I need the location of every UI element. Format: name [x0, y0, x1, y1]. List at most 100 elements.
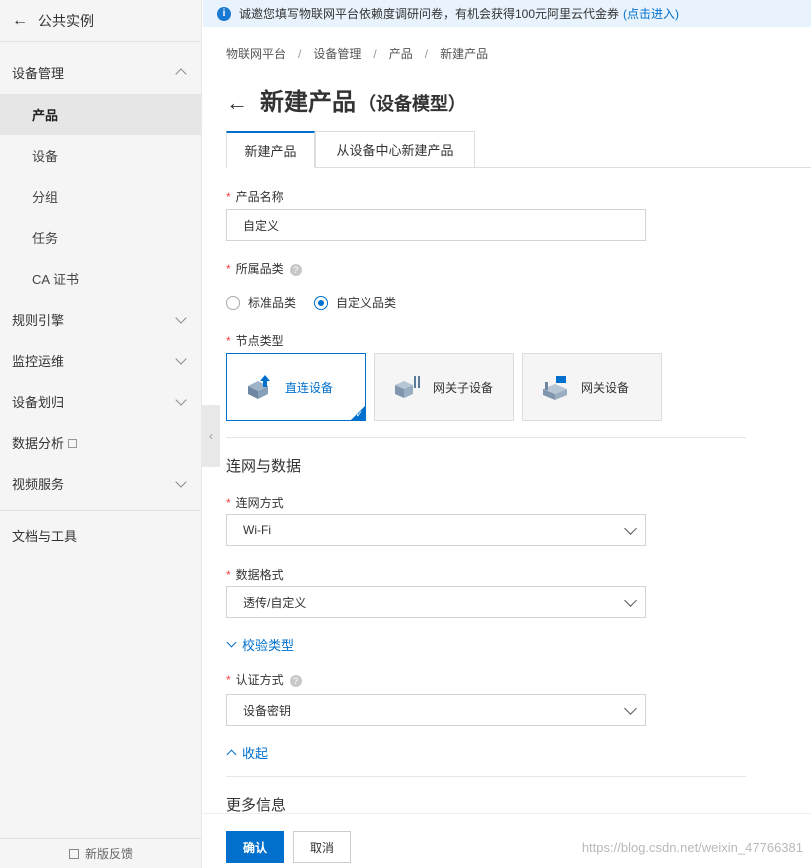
sidebar-group-rule-engine[interactable]: 规则引擎 [0, 299, 201, 340]
sidebar-item-device[interactable]: 设备 [0, 135, 201, 176]
sidebar-group-monitoring[interactable]: 监控运维 [0, 340, 201, 381]
page-title: 新建产品 [260, 89, 356, 116]
product-name-label: * 产品名称 [226, 188, 284, 205]
radio-custom-category[interactable] [314, 295, 329, 310]
chevron-down-icon [624, 522, 637, 535]
data-format-select[interactable]: 透传/自定义 [226, 586, 646, 618]
chevron-up-icon [175, 68, 187, 80]
sidebar-item-product[interactable]: 产品 [0, 94, 201, 135]
help-icon[interactable]: ? [289, 263, 302, 276]
survey-banner: i 诚邀您填写物联网平台依赖度调研问卷，有机会获得100元阿里云代金券 (点击进… [203, 0, 811, 27]
radio-label: 自定义品类 [336, 296, 397, 310]
sidebar-item-ca-cert[interactable]: CA 证书 [0, 258, 201, 299]
chevron-down-icon [175, 393, 187, 406]
section-divider [226, 776, 746, 777]
toggle-label: 校验类型 [242, 638, 295, 653]
feedback-button[interactable]: 新版反馈 [0, 838, 202, 868]
chevron-down-icon [624, 594, 637, 607]
node-type-gateway-device[interactable]: 网关设备 [522, 353, 662, 421]
banner-text: 诚邀您填写物联网平台依赖度调研问卷，有机会获得100元阿里云代金券 [239, 7, 620, 21]
collapse-toggle[interactable]: 收起 [226, 743, 268, 762]
chevron-up-icon [226, 749, 237, 759]
help-icon[interactable]: ? [289, 674, 302, 687]
sidebar-item-label: 分组 [32, 190, 59, 205]
section-title-network: 连网与数据 [226, 458, 302, 475]
breadcrumb-item[interactable]: 物联网平台 [226, 47, 286, 61]
label-text: 数据格式 [235, 568, 284, 582]
sidebar-group-label: 规则引擎 [12, 313, 65, 328]
label-text: 节点类型 [235, 334, 284, 348]
sidebar-group-device-mgmt[interactable]: 设备管理 [0, 50, 201, 94]
toggle-label: 收起 [242, 746, 269, 761]
node-type-label-text: 直连设备 [285, 380, 334, 395]
sidebar-item-group[interactable]: 分组 [0, 176, 201, 217]
page-subtitle: （设备模型） [358, 94, 466, 114]
chevron-down-icon [226, 637, 237, 648]
required-marker: * [226, 673, 231, 687]
auth-select[interactable]: 设备密钥 [226, 694, 646, 726]
label-text: 所属品类 [235, 262, 284, 276]
sidebar-group-label: 文档与工具 [12, 528, 78, 544]
product-name-input[interactable]: 自定义 [226, 209, 646, 241]
sidebar-group-label: 设备管理 [12, 65, 65, 81]
confirm-button[interactable]: 确认 [226, 831, 284, 863]
select-value: 透传/自定义 [243, 595, 307, 610]
back-label: 公共实例 [38, 12, 94, 29]
sidebar-group-video[interactable]: 视频服务 [0, 463, 201, 504]
network-label: * 连网方式 [226, 494, 284, 511]
verify-type-toggle[interactable]: 校验类型 [226, 635, 294, 654]
back-arrow-icon[interactable]: ← [226, 90, 248, 116]
breadcrumb: 物联网平台 / 设备管理 / 产品 / 新建产品 [226, 45, 488, 62]
required-marker: * [226, 262, 231, 276]
chevron-down-icon [175, 352, 187, 365]
sidebar-group-device-assign[interactable]: 设备划归 [0, 381, 201, 422]
sidebar-group-label: 视频服务 [12, 477, 65, 492]
gateway-device-icon [543, 376, 567, 400]
category-radio-group: 标准品类 自定义品类 [226, 294, 414, 311]
node-type-gateway-sub-device[interactable]: 网关子设备 [374, 353, 514, 421]
chevron-left-icon: ‹ [209, 429, 213, 443]
radio-standard-category[interactable] [226, 295, 240, 310]
tab-new-product[interactable]: 新建产品 [226, 131, 315, 168]
chevron-down-icon [624, 702, 637, 715]
tab-label: 新建产品 [244, 143, 297, 159]
breadcrumb-item[interactable]: 设备管理 [313, 47, 361, 61]
external-link-icon [68, 439, 78, 448]
form-footer: 确认 取消 https://blog.csdn.net/weixin_47766… [203, 813, 811, 868]
node-type-label-text: 网关设备 [581, 380, 630, 395]
tab-from-device-center[interactable]: 从设备中心新建产品 [315, 131, 475, 168]
sidebar-group-label: 数据分析 [12, 436, 65, 451]
sidebar-collapse-toggle[interactable]: ‹ [202, 405, 220, 467]
required-marker: * [226, 568, 231, 582]
label-text: 认证方式 [235, 673, 284, 687]
network-select[interactable]: Wi-Fi [226, 514, 646, 546]
section-title-more-info: 更多信息 [226, 797, 287, 814]
sidebar-item-label: CA 证书 [32, 272, 79, 287]
direct-device-icon [248, 375, 270, 399]
sidebar-item-task[interactable]: 任务 [0, 217, 201, 258]
sidebar-item-label: 产品 [32, 108, 59, 123]
back-to-instance[interactable]: ← 公共实例 [0, 0, 201, 42]
tab-bar: 新建产品 从设备中心新建产品 [226, 131, 811, 168]
gateway-sub-device-icon [395, 376, 420, 398]
radio-label: 标准品类 [248, 296, 297, 310]
sidebar-group-data-analysis[interactable]: 数据分析 [0, 422, 201, 463]
breadcrumb-separator: / [424, 47, 429, 61]
feedback-label: 新版反馈 [84, 847, 133, 861]
sidebar-item-label: 设备 [32, 149, 59, 164]
auth-label: * 认证方式? [226, 671, 302, 688]
sidebar-group-label: 设备划归 [12, 395, 65, 410]
label-text: 产品名称 [235, 190, 284, 204]
banner-link[interactable]: (点击进入) [623, 5, 679, 22]
node-type-label: * 节点类型 [226, 332, 284, 349]
checkmark-icon: ✓ [355, 409, 363, 419]
cancel-button[interactable]: 取消 [293, 831, 351, 863]
node-type-direct-device[interactable]: 直连设备 ✓ [226, 353, 366, 421]
sidebar-item-label: 任务 [32, 231, 59, 246]
sidebar-docs-tools[interactable]: 文档与工具 [0, 511, 201, 559]
chevron-down-icon [175, 311, 187, 324]
label-text: 连网方式 [235, 496, 284, 510]
required-marker: * [226, 496, 231, 510]
required-marker: * [226, 334, 231, 348]
breadcrumb-item[interactable]: 产品 [389, 47, 413, 61]
